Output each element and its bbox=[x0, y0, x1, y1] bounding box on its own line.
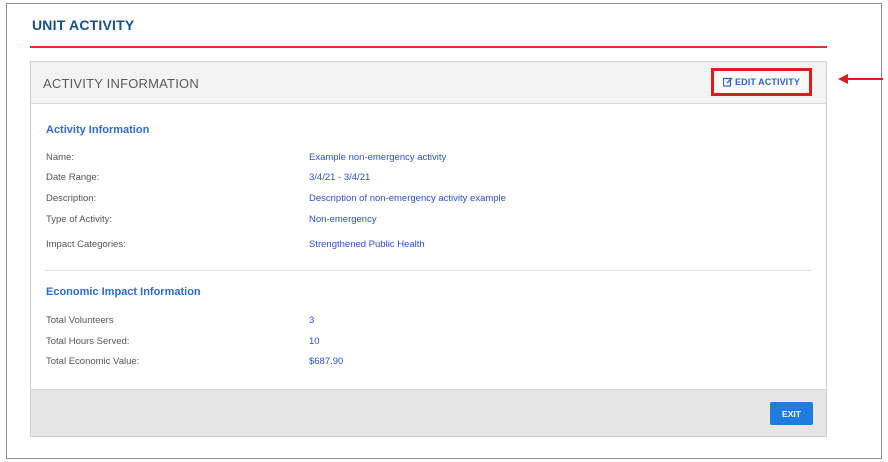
description-label: Description: bbox=[46, 193, 97, 204]
description-value: Description of non-emergency activity ex… bbox=[309, 193, 506, 204]
date-range-label: Date Range: bbox=[46, 172, 100, 183]
impact-categories-label: Impact Categories: bbox=[46, 239, 126, 250]
activity-panel: ACTIVITY INFORMATION EDIT ACTIVITY Activ… bbox=[30, 61, 827, 437]
total-hours-value: 10 bbox=[309, 336, 320, 347]
name-value: Example non-emergency activity bbox=[309, 152, 447, 163]
activity-info-heading: Activity Information bbox=[46, 124, 150, 136]
impact-categories-value: Strengthened Public Health bbox=[309, 239, 425, 250]
edit-activity-button[interactable]: EDIT ACTIVITY bbox=[711, 68, 812, 96]
panel-footer: EXIT bbox=[31, 389, 826, 436]
edit-icon bbox=[723, 77, 733, 87]
activity-type-value: Non-emergency bbox=[309, 214, 377, 225]
total-volunteers-value: 3 bbox=[309, 315, 315, 326]
total-hours-label: Total Hours Served: bbox=[46, 336, 130, 347]
section-divider bbox=[45, 270, 812, 271]
exit-button[interactable]: EXIT bbox=[770, 402, 813, 425]
name-label: Name: bbox=[46, 152, 74, 163]
title-divider bbox=[30, 46, 827, 48]
economic-impact-heading: Economic Impact Information bbox=[46, 286, 201, 298]
date-range-value: 3/4/21 - 3/4/21 bbox=[309, 172, 371, 183]
panel-header: ACTIVITY INFORMATION EDIT ACTIVITY bbox=[31, 62, 826, 104]
page-title: UNIT ACTIVITY bbox=[32, 17, 135, 33]
edit-activity-label: EDIT ACTIVITY bbox=[735, 77, 800, 87]
left-arrow-annotation bbox=[838, 74, 883, 84]
panel-title: ACTIVITY INFORMATION bbox=[43, 76, 199, 91]
total-economic-value-label: Total Economic Value: bbox=[46, 356, 140, 367]
activity-type-label: Type of Activity: bbox=[46, 214, 112, 225]
total-economic-value-value: $687.90 bbox=[309, 356, 344, 367]
total-volunteers-label: Total Volunteers bbox=[46, 315, 114, 326]
